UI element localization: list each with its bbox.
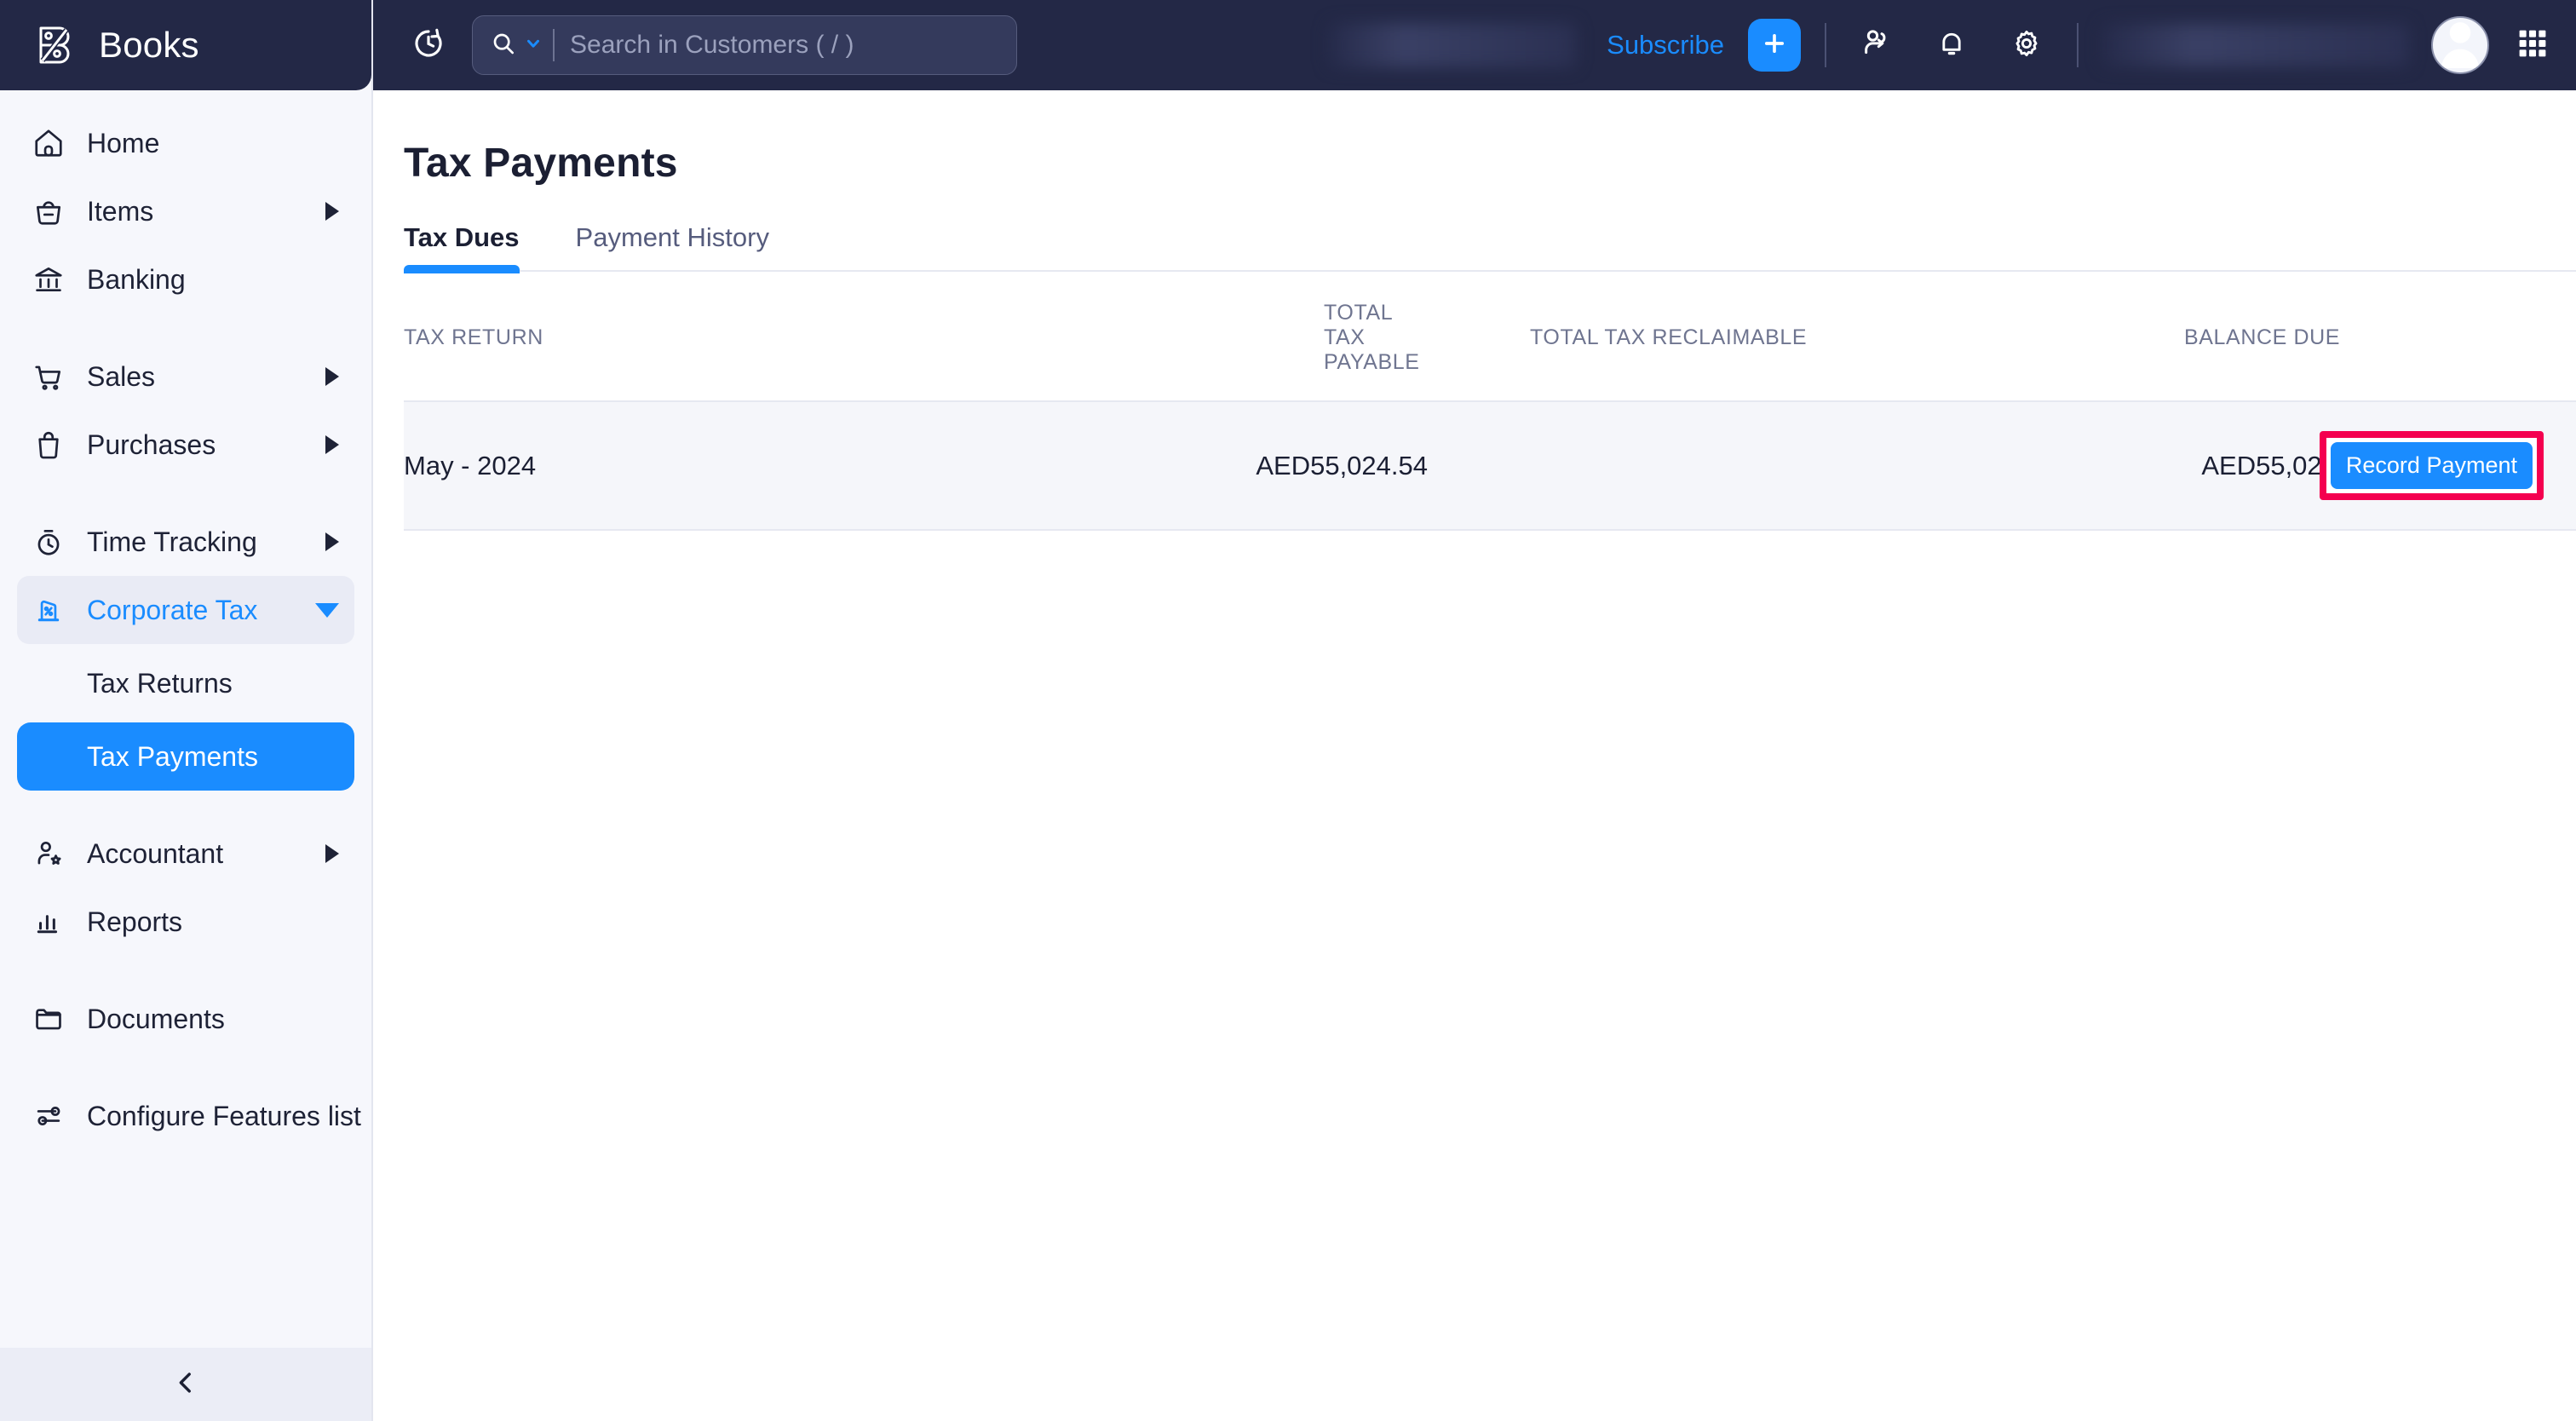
tax-percent-icon xyxy=(32,594,70,626)
stopwatch-icon xyxy=(32,526,70,558)
chevron-right-icon xyxy=(325,435,339,454)
tab-label: Payment History xyxy=(575,222,769,252)
topbar-divider-1 xyxy=(1825,23,1826,67)
sidebar-item-label: Banking xyxy=(87,263,186,295)
sidebar-item-time-tracking[interactable]: Time Tracking xyxy=(17,508,354,576)
sidebar-item-label: Purchases xyxy=(87,429,216,460)
search-input[interactable]: Search in Customers ( / ) xyxy=(472,15,1017,75)
tab-payment-history[interactable]: Payment History xyxy=(576,222,769,270)
sidebar-subitem-tax-payments[interactable]: Tax Payments xyxy=(17,722,354,791)
top-bar: Search in Customers ( / ) Subscribe xyxy=(373,0,2576,90)
refer-friend-icon xyxy=(1860,26,1894,65)
sidebar-item-banking[interactable]: Banking xyxy=(17,245,354,314)
tax-dues-table: TAX RETURN TOTAL TAX PAYABLE TOTAL TAX R… xyxy=(404,272,2576,531)
sidebar-item-label: Sales xyxy=(87,360,156,392)
table-row[interactable]: May - 2024 AED55,024.54 AED55,024.54 Rec… xyxy=(404,401,2576,530)
cell-actions: Record Payment xyxy=(2319,401,2576,530)
table-header: TAX RETURN TOTAL TAX PAYABLE TOTAL TAX R… xyxy=(404,272,2576,401)
sidebar-item-label: Corporate Tax xyxy=(87,594,258,625)
settings-button[interactable] xyxy=(2000,19,2053,72)
shopping-cart-icon xyxy=(32,360,70,393)
cell-total-tax-reclaimable xyxy=(1435,401,1980,530)
clock-history-icon xyxy=(411,26,446,66)
apps-grid-icon[interactable] xyxy=(2515,26,2550,66)
record-payment-highlight-annotation: Record Payment xyxy=(2319,431,2544,500)
sidebar-subitem-label: Tax Payments xyxy=(87,740,258,772)
column-header-actions xyxy=(2380,272,2576,401)
sidebar-item-reports[interactable]: Reports xyxy=(17,888,354,956)
sidebar-item-configure-features[interactable]: Configure Features list xyxy=(17,1082,361,1150)
sidebar-subitem-label: Tax Returns xyxy=(87,667,233,699)
accountant-icon xyxy=(32,837,70,870)
topbar-divider-2 xyxy=(2077,23,2079,67)
search-placeholder: Search in Customers ( / ) xyxy=(570,31,854,59)
search-scope-chevron-down-icon[interactable] xyxy=(524,34,543,57)
sidebar-item-corporate-tax[interactable]: Corporate Tax xyxy=(17,576,354,644)
sidebar-item-label: Time Tracking xyxy=(87,526,257,557)
column-header-total-tax-reclaimable: TOTAL TAX RECLAIMABLE xyxy=(1530,325,1808,349)
sidebar-item-purchases[interactable]: Purchases xyxy=(17,411,354,479)
plus-icon xyxy=(1760,29,1789,62)
cell-tax-return: May - 2024 xyxy=(404,450,537,480)
chevron-left-icon xyxy=(171,1368,200,1401)
table-body: May - 2024 AED55,024.54 AED55,024.54 Rec… xyxy=(404,401,2576,530)
sidebar-item-label: Reports xyxy=(87,906,183,937)
shopping-bag-icon xyxy=(32,429,70,461)
sidebar-item-accountant[interactable]: Accountant xyxy=(17,820,354,888)
record-payment-button[interactable]: Record Payment xyxy=(2330,442,2533,489)
recent-history-button[interactable] xyxy=(402,19,455,72)
sidebar-collapse-button[interactable] xyxy=(0,1348,371,1421)
home-icon xyxy=(32,127,70,159)
zoho-books-logo-icon xyxy=(32,21,80,69)
user-avatar-icon xyxy=(2433,18,2487,72)
search-icon xyxy=(490,30,517,61)
main-content: Tax Payments Tax Dues Payment History TA… xyxy=(373,90,2576,1421)
sidebar-item-documents[interactable]: Documents xyxy=(17,985,354,1053)
sidebar-item-label: Accountant xyxy=(87,837,224,869)
sidebar: Books Home Items Banking Sales Purchases… xyxy=(0,0,373,1421)
sidebar-item-label: Home xyxy=(87,127,160,158)
tab-label: Tax Dues xyxy=(404,222,520,252)
brand-name: Books xyxy=(99,25,199,65)
basket-icon xyxy=(32,195,70,227)
sidebar-item-label: Items xyxy=(87,195,154,227)
sidebar-item-sales[interactable]: Sales xyxy=(17,342,354,411)
app-root: Books Home Items Banking Sales Purchases… xyxy=(0,0,2576,1421)
user-avatar[interactable] xyxy=(2431,16,2489,74)
brand-header[interactable]: Books xyxy=(0,0,371,90)
create-new-button[interactable] xyxy=(1748,19,1801,72)
bar-chart-icon xyxy=(32,906,70,938)
tab-bar: Tax Dues Payment History xyxy=(404,222,2576,273)
chevron-right-icon xyxy=(325,202,339,221)
right-pane: Search in Customers ( / ) Subscribe Tax … xyxy=(373,0,2576,1421)
search-divider xyxy=(553,29,555,61)
column-header-tax-return: TAX RETURN xyxy=(404,325,543,349)
sliders-icon xyxy=(32,1100,70,1132)
chevron-down-icon xyxy=(315,602,339,618)
chevron-right-icon xyxy=(325,844,339,863)
page-title: Tax Payments xyxy=(404,141,678,186)
chevron-right-icon xyxy=(325,532,339,551)
sidebar-item-items[interactable]: Items xyxy=(17,177,354,245)
sidebar-item-label: Documents xyxy=(87,1003,225,1034)
sidebar-item-home[interactable]: Home xyxy=(17,109,354,177)
notifications-button[interactable] xyxy=(1925,19,1978,72)
cell-total-tax-payable: AED55,024.54 xyxy=(1256,450,1428,480)
refer-friend-button[interactable] xyxy=(1850,19,1903,72)
organization-name-redacted[interactable] xyxy=(2102,24,2409,66)
sidebar-subitem-tax-returns[interactable]: Tax Returns xyxy=(17,649,354,717)
gear-icon xyxy=(2010,27,2043,64)
chevron-right-icon xyxy=(325,367,339,386)
bank-icon xyxy=(32,263,70,296)
table-header-row: TAX RETURN TOTAL TAX PAYABLE TOTAL TAX R… xyxy=(404,272,2576,401)
folder-icon xyxy=(32,1003,70,1035)
bell-icon xyxy=(1935,27,1968,64)
column-header-balance-due: BALANCE DUE xyxy=(2184,325,2341,349)
trial-info-redacted xyxy=(1329,23,1577,67)
subscribe-link[interactable]: Subscribe xyxy=(1607,30,1724,60)
tab-tax-dues[interactable]: Tax Dues xyxy=(404,222,520,273)
sidebar-item-label: Configure Features list xyxy=(87,1100,361,1131)
column-header-total-tax-payable: TOTAL TAX PAYABLE xyxy=(1324,301,1420,374)
sidebar-nav: Home Items Banking Sales Purchases Time … xyxy=(0,90,371,1348)
